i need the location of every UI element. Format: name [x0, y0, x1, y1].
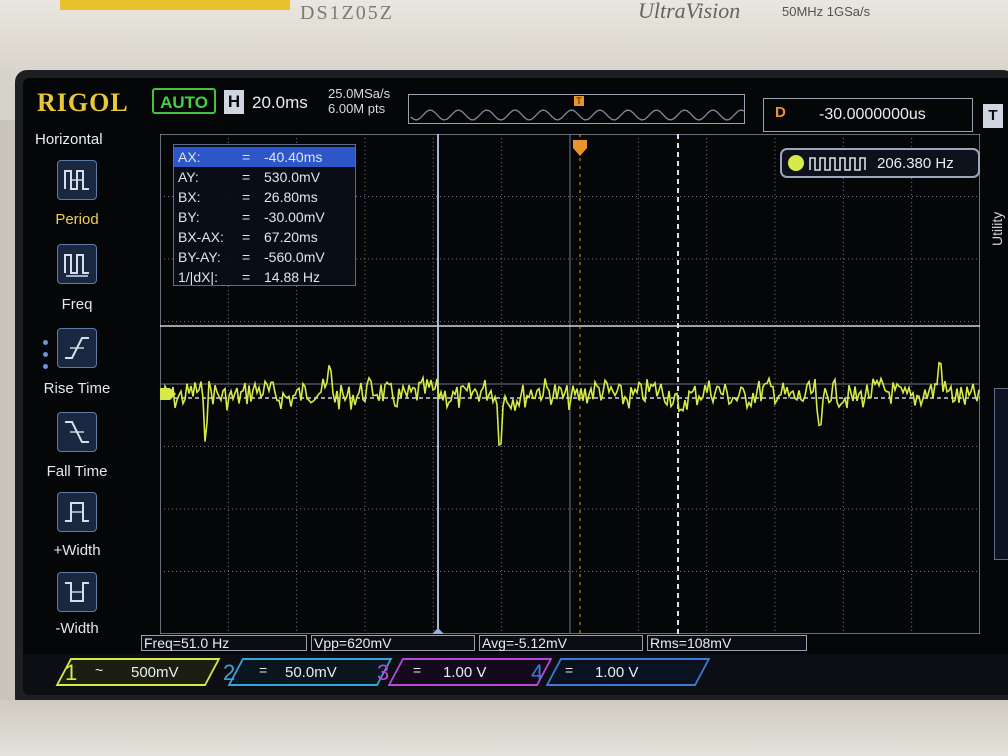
- menu-title: Horizontal: [35, 131, 103, 148]
- freq-button[interactable]: [57, 244, 97, 284]
- cursor-eq: =: [242, 269, 251, 285]
- channel-bar: 1 ~ 500mV 2 = 50.0mV 3 = 1.00 V 4 = 1.00…: [23, 654, 1008, 695]
- channel-4-coupling: =: [565, 662, 574, 678]
- cursor-value: 530.0mV: [264, 169, 321, 185]
- fall-time-button[interactable]: [57, 412, 97, 452]
- cursor-key: BY:: [178, 209, 200, 225]
- cursor-eq: =: [242, 189, 251, 205]
- cursor-row: BX-AX: = 67.20ms: [174, 227, 355, 247]
- cursor-eq: =: [242, 209, 251, 225]
- cursor-row: BY: = -30.00mV: [174, 207, 355, 227]
- channel-3-number: 3: [377, 660, 390, 685]
- channel-1-coupling: ~: [95, 662, 104, 678]
- cursor-eq: =: [242, 249, 251, 265]
- cursor-value: 26.80ms: [264, 189, 318, 205]
- cursor-key: BX-AX:: [178, 229, 224, 245]
- measurement-avg[interactable]: Avg=-5.12mV: [479, 635, 643, 651]
- run-mode-indicator[interactable]: AUTO: [152, 88, 216, 114]
- cursor-eq: =: [242, 149, 251, 165]
- trigger-badge[interactable]: T: [983, 104, 1003, 128]
- horizontal-badge: H: [224, 90, 244, 114]
- menu-label-fall-time: Fall Time: [46, 463, 108, 480]
- channel-1-number: 1: [65, 660, 78, 685]
- menu-label-freq: Freq: [61, 296, 93, 313]
- channel-2-coupling: =: [259, 662, 268, 678]
- fall-time-icon: [65, 421, 89, 443]
- cursor-value: -40.40ms: [264, 149, 323, 165]
- measurement-rms[interactable]: Rms=108mV: [647, 635, 807, 651]
- channel-4-scale: 1.00 V: [595, 664, 639, 681]
- cursor-key: BX:: [178, 189, 201, 205]
- measurement-freq[interactable]: Freq=51.0 Hz: [141, 635, 307, 651]
- rise-time-icon: [65, 337, 89, 359]
- cursor-value: -560.0mV: [264, 249, 325, 265]
- channel-4-number: 4: [531, 660, 544, 685]
- period-button[interactable]: [57, 160, 97, 200]
- channel-3-scale: 1.00 V: [443, 664, 487, 681]
- cursor-value: 67.20ms: [264, 229, 318, 245]
- channel-2-scale: 50.0mV: [285, 664, 337, 681]
- menu-label-pos-width: +Width: [53, 542, 101, 559]
- neg-width-icon: [65, 582, 89, 602]
- utility-tab[interactable]: Utility: [989, 186, 1008, 246]
- cursor-value: -30.00mV: [264, 209, 325, 225]
- rigol-logo: RIGOL: [37, 88, 129, 117]
- channel-2-number: 2: [223, 660, 236, 685]
- menu-label-neg-width: -Width: [55, 620, 99, 637]
- cursor-key: AY:: [178, 169, 199, 185]
- instrument-bezel-top: DS1Z05Z UltraVision 50MHz 1GSa/s: [0, 0, 1008, 70]
- trigger-position-marker: T: [574, 96, 584, 106]
- square-wave-icon: [809, 157, 866, 171]
- oscilloscope-screen: RIGOL AUTO H 20.0ms 25.0MSa/s 6.00M pts …: [23, 78, 1008, 695]
- menu-label-period: Period: [55, 211, 99, 228]
- cursor-row: BY-AY: = -560.0mV: [174, 247, 355, 267]
- cursor-value: 14.88 Hz: [264, 269, 321, 285]
- cursor-key: BY-AY:: [178, 249, 221, 265]
- channel-3-coupling: =: [413, 662, 422, 678]
- period-icon: [64, 170, 89, 190]
- rise-time-button[interactable]: [57, 328, 97, 368]
- instrument-bezel-bottom: [0, 700, 1008, 756]
- measurement-vpp[interactable]: Vpp=620mV: [311, 635, 475, 651]
- menu-page-dots: [43, 340, 48, 376]
- fc-channel-badge: [788, 155, 804, 171]
- channel-1-scale: 500mV: [131, 664, 179, 681]
- right-side-tabs[interactable]: [994, 388, 1008, 560]
- delay-label: D: [775, 104, 786, 121]
- ultravision-label: UltraVision: [638, 0, 741, 23]
- cursor-row: BX: = 26.80ms: [174, 187, 355, 207]
- cursor-row: AY: = 530.0mV: [174, 167, 355, 187]
- neg-width-button[interactable]: [57, 572, 97, 612]
- pos-width-button[interactable]: [57, 492, 97, 532]
- bandwidth-label: 50MHz 1GSa/s: [782, 4, 871, 19]
- cursor-eq: =: [242, 229, 251, 245]
- cursor-eq: =: [242, 169, 251, 185]
- freq-icon: [64, 254, 89, 277]
- frequency-counter-value: 206.380 Hz: [877, 155, 954, 172]
- cursor-key: AX:: [178, 149, 201, 165]
- sample-rate: 25.0MSa/s: [328, 86, 391, 101]
- brand-label-strip: [60, 0, 290, 10]
- cursor-row: 1/|dX|: = 14.88 Hz: [174, 267, 355, 287]
- timebase-value[interactable]: 20.0ms: [252, 93, 308, 113]
- delay-value[interactable]: -30.0000000us: [819, 106, 926, 124]
- pos-width-icon: [65, 502, 89, 522]
- cursor-row: AX: = -40.40ms: [174, 147, 355, 167]
- memory-depth: 6.00M pts: [328, 101, 386, 116]
- cursor-key: 1/|dX|:: [178, 269, 218, 285]
- cursor-readout-table: AX: = -40.40ms AY: = 530.0mV BX: = 26.80ms BY: = -3…: [173, 144, 356, 286]
- menu-label-rise-time: Rise Time: [43, 380, 111, 397]
- model-label: DS1Z05Z: [300, 2, 394, 24]
- frequency-counter[interactable]: 206.380 Hz: [780, 148, 980, 178]
